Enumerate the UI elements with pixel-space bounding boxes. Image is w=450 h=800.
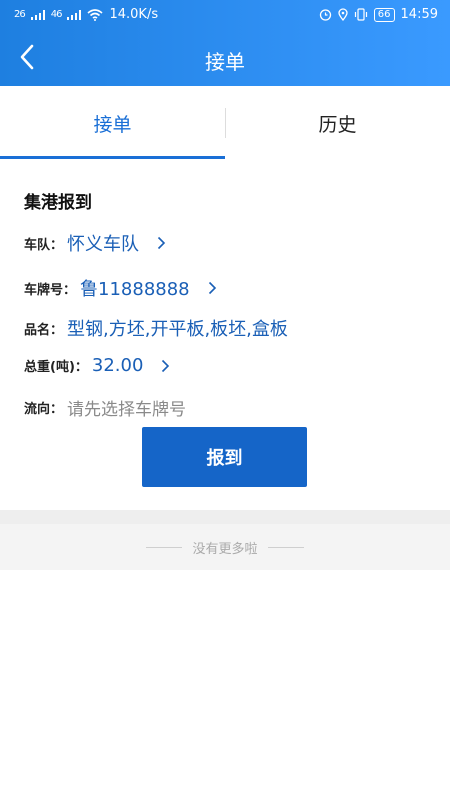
report-button[interactable]: 报到 — [142, 427, 307, 487]
status-bar: 26 46 14.0K/s 66 14:59 — [0, 0, 450, 30]
goods-label: 品名： — [24, 322, 64, 338]
signal-2-label: 46 — [50, 9, 63, 20]
footer-divider-right — [267, 546, 304, 548]
list-footer: 没有更多啦 — [0, 524, 450, 570]
location-icon — [338, 8, 348, 21]
page-title: 接单 — [205, 50, 245, 74]
plate-value: 鲁11888888 — [80, 279, 190, 300]
fleet-row[interactable]: 车队： 怀义车队 — [24, 230, 166, 256]
flow-row[interactable]: 流向： 请先选择车牌号 — [24, 395, 186, 420]
chevron-right-icon[interactable] — [157, 236, 166, 250]
card-title: 集港报到 — [24, 193, 92, 213]
vibrate-icon — [354, 8, 367, 21]
chevron-right-icon[interactable] — [161, 359, 170, 373]
goods-row: 品名： 型钢,方坯,开平板,板坯,盒板 — [24, 315, 288, 341]
chevron-right-icon[interactable] — [208, 281, 217, 295]
alarm-icon — [319, 9, 331, 21]
tab-bar: 接单 历史 — [0, 86, 450, 161]
fleet-value: 怀义车队 — [67, 234, 140, 255]
plate-row[interactable]: 车牌号： 鲁11888888 — [24, 275, 217, 301]
no-more-text: 没有更多啦 — [192, 541, 258, 557]
flow-placeholder: 请先选择车牌号 — [67, 400, 187, 420]
clock: 14:59 — [400, 7, 438, 22]
weight-label: 总重(吨)： — [24, 360, 88, 375]
tab-accept[interactable]: 接单 — [0, 86, 225, 160]
section-gap — [0, 510, 450, 524]
fleet-label: 车队： — [24, 237, 64, 253]
signal-icon — [30, 9, 45, 20]
tab-history[interactable]: 历史 — [225, 86, 450, 160]
weight-value: 32.00 — [91, 355, 144, 376]
battery-icon: 66 — [373, 7, 395, 22]
signal-icon — [67, 9, 82, 20]
weight-row[interactable]: 总重(吨)： 32.00 — [24, 355, 170, 376]
footer-divider-left — [146, 546, 183, 548]
report-card: 集港报到 车队： 怀义车队 车牌号： 鲁11888888 品名： 型钢,方坯,开… — [0, 160, 450, 510]
status-left: 26 46 14.0K/s — [14, 7, 158, 22]
plate-label: 车牌号： — [24, 282, 77, 298]
network-speed: 14.0K/s — [109, 7, 159, 22]
nav-bar: 接单 — [0, 30, 450, 86]
goods-value: 型钢,方坯,开平板,板坯,盒板 — [67, 319, 288, 340]
flow-label: 流向： — [24, 402, 64, 417]
signal-1-label: 26 — [14, 9, 26, 20]
wifi-icon — [87, 8, 103, 21]
status-right: 66 14:59 — [319, 7, 438, 22]
tab-active-indicator — [0, 156, 225, 159]
